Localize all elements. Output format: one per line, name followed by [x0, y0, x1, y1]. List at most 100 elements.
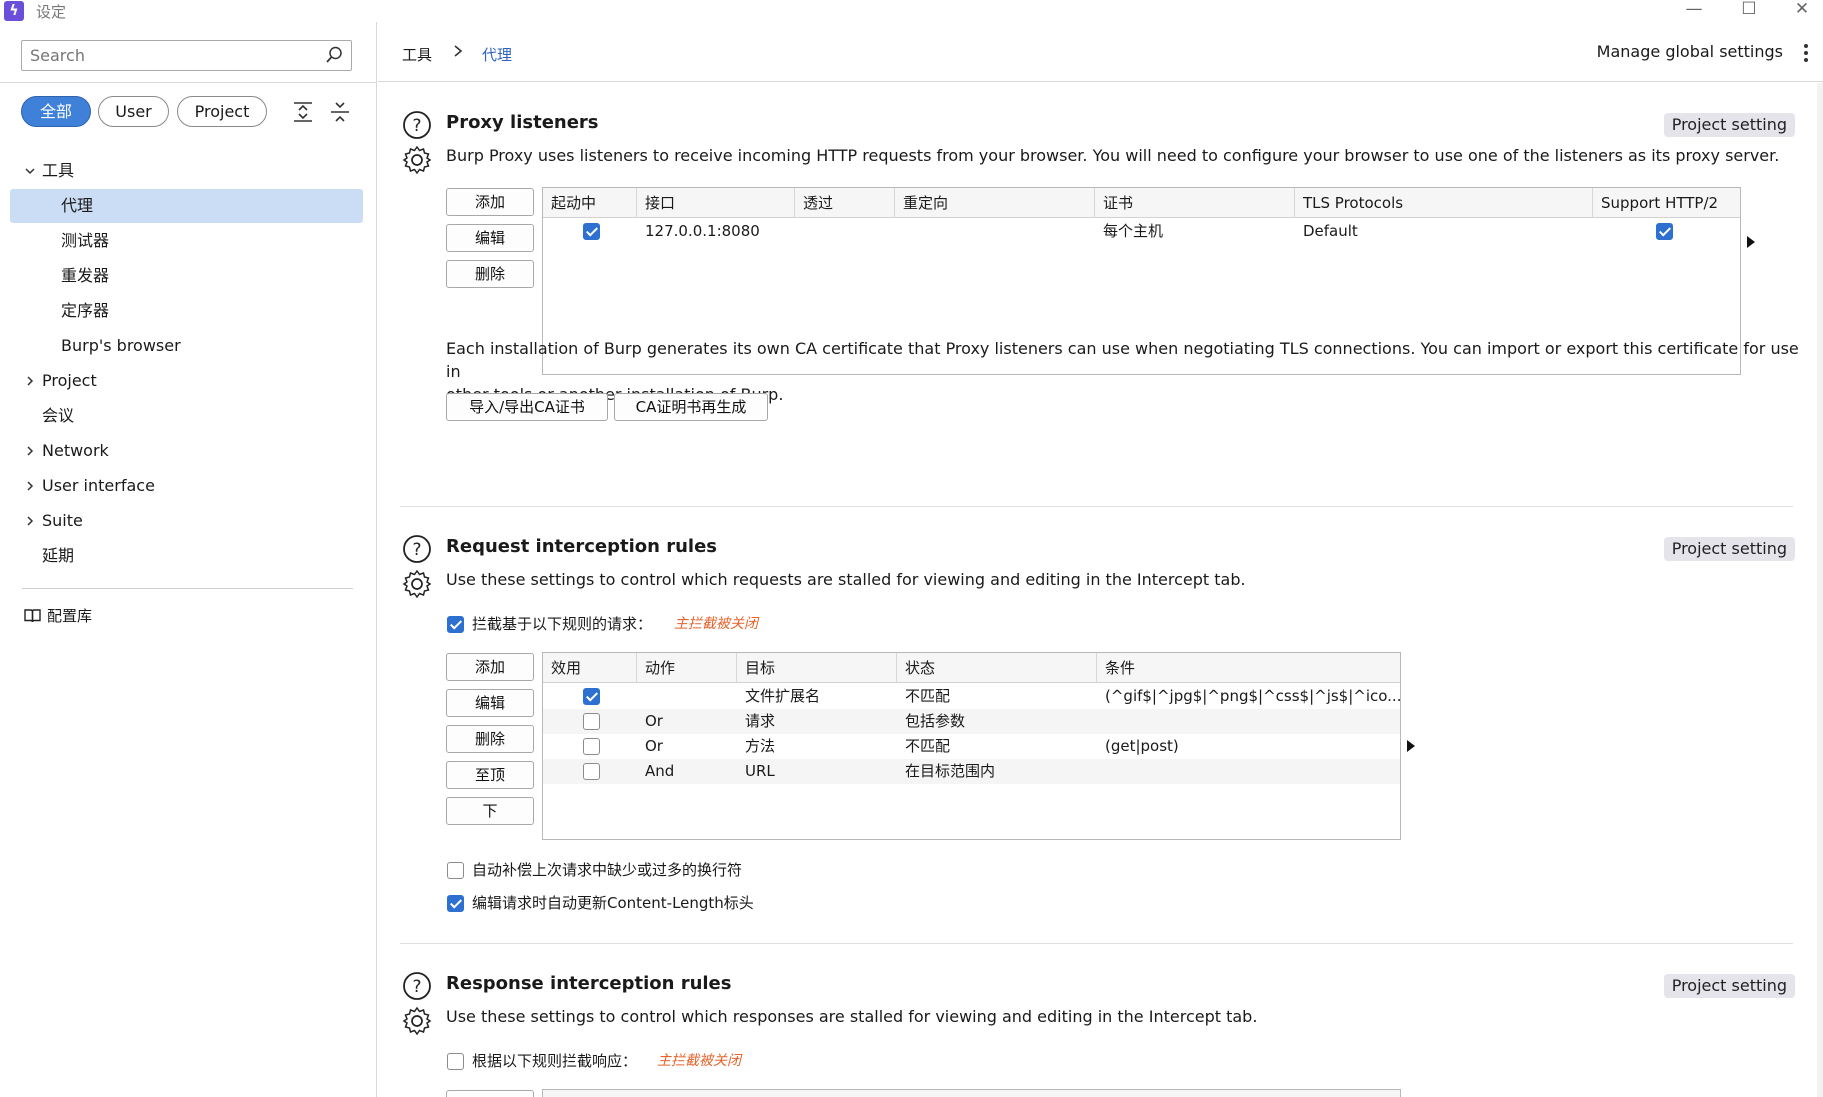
help-icon[interactable]: ? [402, 971, 432, 1001]
tree-item-extensions[interactable]: 延期 [22, 539, 342, 573]
column-header[interactable]: 证书 [1095, 188, 1295, 218]
scroll-right-icon[interactable] [1747, 236, 1755, 248]
remove-rule-button[interactable]: 删除 [446, 725, 534, 753]
rule-enabled-checkbox[interactable] [583, 713, 600, 730]
column-header[interactable]: 重定向 [895, 188, 1095, 218]
add-listener-button[interactable]: 添加 [446, 188, 534, 216]
gear-icon[interactable] [402, 569, 432, 599]
tree-item-suite[interactable]: Suite [22, 504, 342, 538]
column-header[interactable]: 透过 [795, 188, 895, 218]
proxy-listeners-description: Burp Proxy uses listeners to receive inc… [446, 146, 1780, 165]
move-down-button[interactable]: 下 [446, 797, 534, 825]
column-header[interactable]: 效用 [543, 653, 637, 683]
column-header[interactable]: 接口 [637, 188, 795, 218]
search-icon[interactable] [325, 46, 343, 64]
tree-item-burps-browser[interactable]: Burp's browser [10, 329, 363, 363]
table-row[interactable]: 127.0.0.1:8080 每个主机 Default [543, 219, 1740, 244]
section-divider [400, 506, 1793, 507]
http2-checkbox[interactable] [1656, 223, 1673, 240]
breadcrumb-root[interactable]: 工具 [402, 44, 432, 65]
project-setting-badge: Project setting [1663, 537, 1795, 561]
svg-text:?: ? [412, 977, 421, 997]
tree-label: Project [42, 371, 97, 390]
rule-relation-cell: 包括参数 [905, 712, 966, 730]
update-content-length-checkbox[interactable] [447, 895, 464, 912]
help-icon[interactable]: ? [402, 534, 432, 564]
filter-user-button[interactable]: User [98, 96, 169, 127]
book-icon [24, 609, 41, 623]
tree-item-proxy[interactable]: 代理 [10, 189, 363, 223]
rule-enabled-checkbox[interactable] [583, 688, 600, 705]
edit-rule-button[interactable]: 编辑 [446, 689, 534, 717]
rule-match-cell: URL [745, 762, 775, 780]
response-rules-title: Response interception rules [446, 973, 732, 994]
certificate-cell: 每个主机 [1103, 222, 1164, 240]
add-response-rule-button[interactable] [446, 1090, 534, 1097]
search-input[interactable] [22, 41, 312, 70]
column-header[interactable]: 状态 [897, 653, 1097, 683]
configuration-library-link[interactable]: 配置库 [24, 604, 92, 628]
search-box [21, 40, 352, 71]
tree-item-sessions[interactable]: 会议 [22, 399, 342, 433]
column-header[interactable]: 条件 [1097, 653, 1400, 683]
close-icon[interactable]: ✕ [1782, 0, 1822, 18]
tree-item-sequencer[interactable]: 定序器 [10, 294, 363, 328]
edit-listener-button[interactable]: 编辑 [446, 224, 534, 252]
burp-logo-icon: ϟ [4, 1, 24, 21]
tree-item-tools[interactable]: 工具 [22, 154, 342, 188]
table-row[interactable]: Or 方法 不匹配 (get|post) [543, 734, 1400, 759]
breadcrumb-current[interactable]: 代理 [482, 44, 512, 65]
remove-listener-button[interactable]: 删除 [446, 260, 534, 288]
filter-project-button[interactable]: Project [177, 96, 267, 127]
column-header[interactable]: TLS Protocols [1295, 188, 1593, 218]
table-row[interactable]: Or 请求 包括参数 [543, 709, 1400, 734]
intercept-requests-label: 拦截基于以下规则的请求： [472, 615, 653, 633]
rule-operator-cell: Or [645, 712, 663, 730]
filter-all-button[interactable]: 全部 [21, 96, 91, 127]
column-header[interactable]: 目标 [737, 653, 897, 683]
regenerate-ca-button[interactable]: CA证明书再生成 [614, 393, 768, 421]
tree-item-network[interactable]: Network [22, 434, 342, 468]
maximize-icon[interactable]: ☐ [1729, 0, 1769, 18]
table-row[interactable]: And URL 在目标范围内 [543, 759, 1400, 784]
help-icon[interactable]: ? [402, 110, 432, 140]
kebab-menu-icon[interactable] [1803, 42, 1809, 64]
sidebar-divider [22, 588, 353, 589]
rule-condition-cell: (get|post) [1105, 737, 1179, 755]
chevron-right-icon [27, 376, 34, 386]
rule-enabled-checkbox[interactable] [583, 763, 600, 780]
tree-item-project[interactable]: Project [22, 364, 342, 398]
tree-item-repeater[interactable]: 重发器 [10, 259, 363, 293]
tree-item-intruder[interactable]: 测试器 [10, 224, 363, 258]
move-up-button[interactable]: 至顶 [446, 761, 534, 789]
expand-all-icon[interactable] [291, 100, 315, 124]
running-checkbox[interactable] [583, 223, 600, 240]
top-bar: 工具 代理 Manage global settings [378, 22, 1823, 82]
column-header[interactable]: Support HTTP/2 [1593, 188, 1740, 218]
tree-item-user-interface[interactable]: User interface [22, 469, 342, 503]
rule-relation-cell: 不匹配 [905, 687, 951, 705]
gear-icon[interactable] [402, 145, 432, 175]
fix-newlines-checkbox[interactable] [447, 862, 464, 879]
column-header[interactable]: 起动中 [543, 188, 637, 218]
scroll-right-icon[interactable] [1407, 740, 1415, 752]
gear-icon[interactable] [402, 1006, 432, 1036]
tree-label: Suite [42, 511, 83, 530]
intercept-responses-checkbox[interactable] [447, 1053, 464, 1070]
collapse-all-icon[interactable] [328, 100, 352, 124]
vertical-scrollbar[interactable] [1817, 83, 1823, 1097]
add-rule-button[interactable]: 添加 [446, 653, 534, 681]
rule-condition-cell: (^gif$|^jpg$|^png$|^css$|^js$|^ico... [1105, 687, 1400, 705]
rule-relation-cell: 不匹配 [905, 737, 951, 755]
tls-protocols-cell: Default [1303, 222, 1358, 240]
tree-label: 测试器 [61, 231, 110, 250]
rule-enabled-checkbox[interactable] [583, 738, 600, 755]
project-setting-badge: Project setting [1663, 974, 1795, 998]
table-row[interactable]: 文件扩展名 不匹配 (^gif$|^jpg$|^png$|^css$|^js$|… [543, 684, 1400, 709]
manage-global-settings-link[interactable]: Manage global settings [1597, 42, 1783, 61]
intercept-requests-checkbox[interactable] [447, 616, 464, 633]
proxy-listeners-title: Proxy listeners [446, 112, 599, 133]
minimize-icon[interactable]: — [1674, 0, 1714, 18]
import-export-ca-button[interactable]: 导入/导出CA证书 [446, 393, 608, 421]
column-header[interactable]: 动作 [637, 653, 737, 683]
